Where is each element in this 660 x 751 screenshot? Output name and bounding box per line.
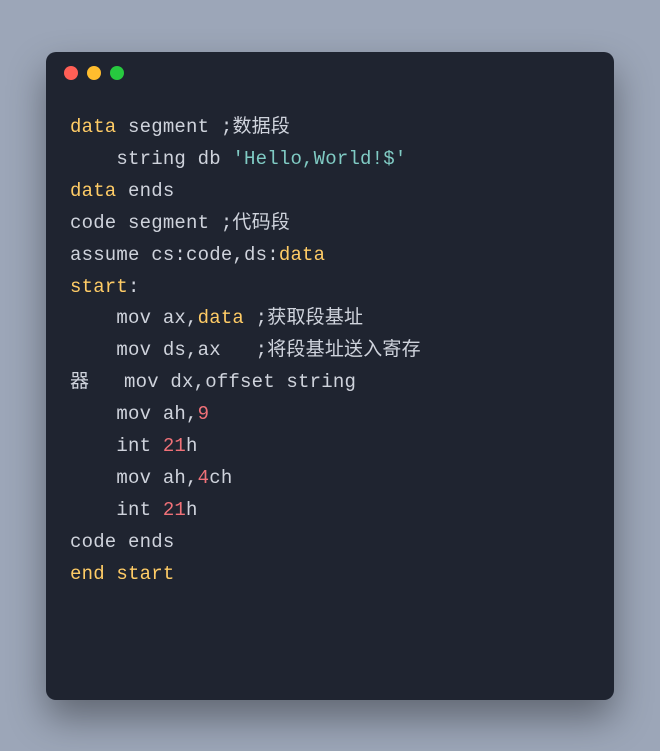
code-token: data bbox=[198, 307, 244, 329]
window-titlebar bbox=[46, 52, 614, 94]
code-line: mov ax,data ;获取段基址 bbox=[70, 307, 363, 329]
code-token: 器 mov dx,offset string bbox=[70, 371, 356, 393]
code-token: mov ah, bbox=[70, 467, 198, 489]
code-token: int bbox=[70, 499, 163, 521]
code-line: end start bbox=[70, 563, 174, 585]
code-token: 21 bbox=[163, 435, 186, 457]
zoom-icon[interactable] bbox=[110, 66, 124, 80]
code-token: ch bbox=[209, 467, 232, 489]
close-icon[interactable] bbox=[64, 66, 78, 80]
code-token: data bbox=[70, 180, 116, 202]
code-line: data ends bbox=[70, 180, 174, 202]
code-line: start: bbox=[70, 276, 140, 298]
code-line: data segment ;数据段 bbox=[70, 116, 290, 138]
code-token bbox=[105, 563, 117, 585]
code-token: 21 bbox=[163, 499, 186, 521]
code-token: code ends bbox=[70, 531, 174, 553]
minimize-icon[interactable] bbox=[87, 66, 101, 80]
code-token: ends bbox=[116, 180, 174, 202]
code-token: mov ds,ax ;将段基址送入寄存 bbox=[70, 339, 421, 361]
code-token: start bbox=[70, 276, 128, 298]
code-line: mov ah,9 bbox=[70, 403, 209, 425]
code-token: : bbox=[128, 276, 140, 298]
code-line: int 21h bbox=[70, 499, 198, 521]
code-window: data segment ;数据段 string db 'Hello,World… bbox=[46, 52, 614, 700]
code-token: 9 bbox=[198, 403, 210, 425]
code-line: mov ah,4ch bbox=[70, 467, 232, 489]
code-token: 4 bbox=[198, 467, 210, 489]
code-line: assume cs:code,ds:data bbox=[70, 244, 325, 266]
code-line: code segment ;代码段 bbox=[70, 212, 290, 234]
code-line: mov ds,ax ;将段基址送入寄存 bbox=[70, 339, 421, 361]
code-token: end bbox=[70, 563, 105, 585]
code-token: segment ;数据段 bbox=[116, 116, 290, 138]
code-token: 'Hello,World!$' bbox=[232, 148, 406, 170]
code-token: ;获取段基址 bbox=[244, 307, 363, 329]
code-line: string db 'Hello,World!$' bbox=[70, 148, 406, 170]
code-line: int 21h bbox=[70, 435, 198, 457]
code-token: start bbox=[116, 563, 174, 585]
code-token: h bbox=[186, 499, 198, 521]
code-token: mov ah, bbox=[70, 403, 198, 425]
code-content: data segment ;数据段 string db 'Hello,World… bbox=[46, 94, 614, 591]
code-token: string db bbox=[70, 148, 232, 170]
code-token: data bbox=[279, 244, 325, 266]
code-line: 器 mov dx,offset string bbox=[70, 371, 356, 393]
code-line: code ends bbox=[70, 531, 174, 553]
code-token: assume cs:code,ds: bbox=[70, 244, 279, 266]
code-token: h bbox=[186, 435, 198, 457]
code-token: code segment ;代码段 bbox=[70, 212, 290, 234]
code-token: int bbox=[70, 435, 163, 457]
code-token: mov ax, bbox=[70, 307, 198, 329]
code-token: data bbox=[70, 116, 116, 138]
